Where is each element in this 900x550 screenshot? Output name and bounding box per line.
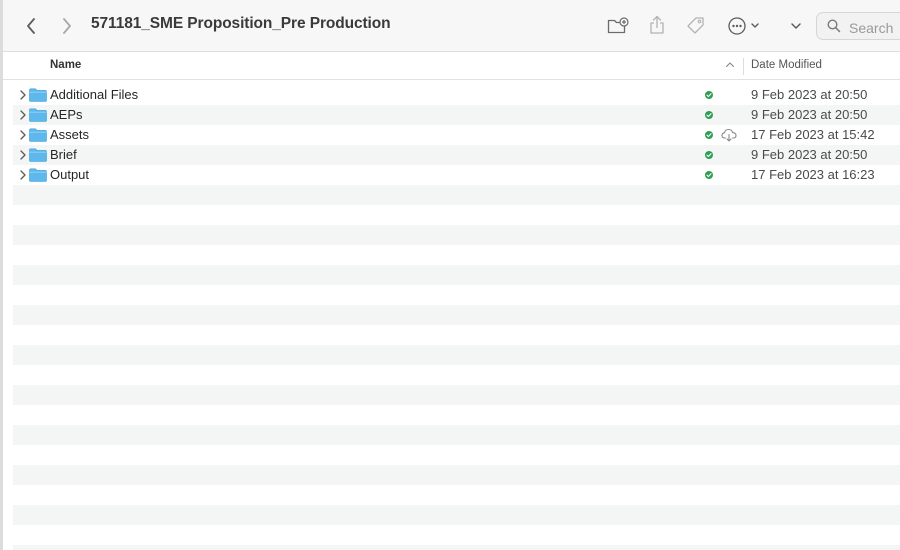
folder-icon [29,108,47,122]
file-date-modified: 9 Feb 2023 at 20:50 [751,147,868,162]
empty-row [13,445,900,465]
file-date-modified: 9 Feb 2023 at 20:50 [751,87,868,102]
search-field[interactable]: Search [816,12,900,40]
empty-row [13,325,900,345]
sync-status-icon [705,151,713,159]
file-name: Additional Files [50,87,139,102]
column-header: Name Date Modified [3,53,900,80]
chevron-up-icon[interactable] [725,61,735,68]
disclosure-chevron-icon[interactable] [17,89,29,101]
sync-status-icon [705,111,713,119]
empty-row [13,265,900,285]
file-date-modified: 17 Feb 2023 at 16:23 [751,167,875,182]
empty-row [13,505,900,525]
disclosure-chevron-icon[interactable] [17,169,29,181]
empty-row [13,285,900,305]
new-folder-icon [607,17,629,34]
empty-row [13,225,900,245]
folder-icon [29,148,47,162]
empty-row [13,465,900,485]
file-list: Additional Files 9 Feb 2023 at 20:50 AEPs 9… [13,85,900,185]
search-icon [827,19,841,33]
tag-button[interactable] [684,14,708,38]
empty-row [13,525,900,545]
file-date-modified: 9 Feb 2023 at 20:50 [751,107,868,122]
folder-icon [29,168,47,182]
folder-icon [29,128,47,142]
share-icon [650,15,664,34]
disclosure-chevron-icon[interactable] [17,109,29,121]
empty-row [13,545,900,550]
empty-row [13,205,900,225]
toolbar: 571181_SME Proposition_Pre Production Se… [3,0,900,52]
empty-row [13,345,900,365]
file-row[interactable]: Brief 9 Feb 2023 at 20:50 [13,145,900,165]
file-name: Brief [50,147,77,162]
file-date-modified: 17 Feb 2023 at 15:42 [751,127,875,142]
file-name: AEPs [50,107,83,122]
more-actions-button[interactable] [727,14,765,38]
window-title: 571181_SME Proposition_Pre Production [91,15,391,32]
search-placeholder: Search [849,20,894,36]
file-name: Output [50,167,90,182]
empty-row [13,405,900,425]
folder-icon [29,88,47,102]
ellipsis-circle-icon [728,17,759,35]
file-name: Assets [50,127,90,142]
file-row[interactable]: Assets 17 Feb 2023 at 15:42 [13,125,900,145]
file-row[interactable]: Output 17 Feb 2023 at 16:23 [13,165,900,185]
disclosure-chevron-icon[interactable] [17,129,29,141]
disclosure-chevron-icon[interactable] [17,149,29,161]
column-date-modified-header[interactable]: Date Modified [751,59,822,71]
toolbar-overflow-button[interactable] [786,14,806,38]
chevron-down-icon [791,23,801,29]
column-name-header[interactable]: Name [50,59,81,71]
back-button[interactable] [21,14,41,38]
empty-row [13,365,900,385]
empty-row [13,485,900,505]
empty-row [13,245,900,265]
chevron-left-icon [27,18,35,34]
empty-row [13,305,900,325]
sync-status-icon [705,171,713,179]
empty-row [13,185,900,205]
sync-status-icon [705,91,713,99]
file-row[interactable]: Additional Files 9 Feb 2023 at 20:50 [13,85,900,105]
forward-button[interactable] [57,14,77,38]
new-folder-button[interactable] [606,14,630,38]
share-button[interactable] [645,12,669,38]
empty-row [13,385,900,405]
cloud-download-icon[interactable] [721,128,737,142]
empty-list-area [13,185,900,550]
empty-row [13,425,900,445]
tag-icon [687,17,704,34]
file-row[interactable]: AEPs 9 Feb 2023 at 20:50 [13,105,900,125]
chevron-right-icon [63,18,71,34]
column-divider[interactable] [743,58,744,75]
sync-status-icon [705,131,713,139]
window-edge [0,0,3,550]
finder-window: 571181_SME Proposition_Pre Production Se… [0,0,900,550]
